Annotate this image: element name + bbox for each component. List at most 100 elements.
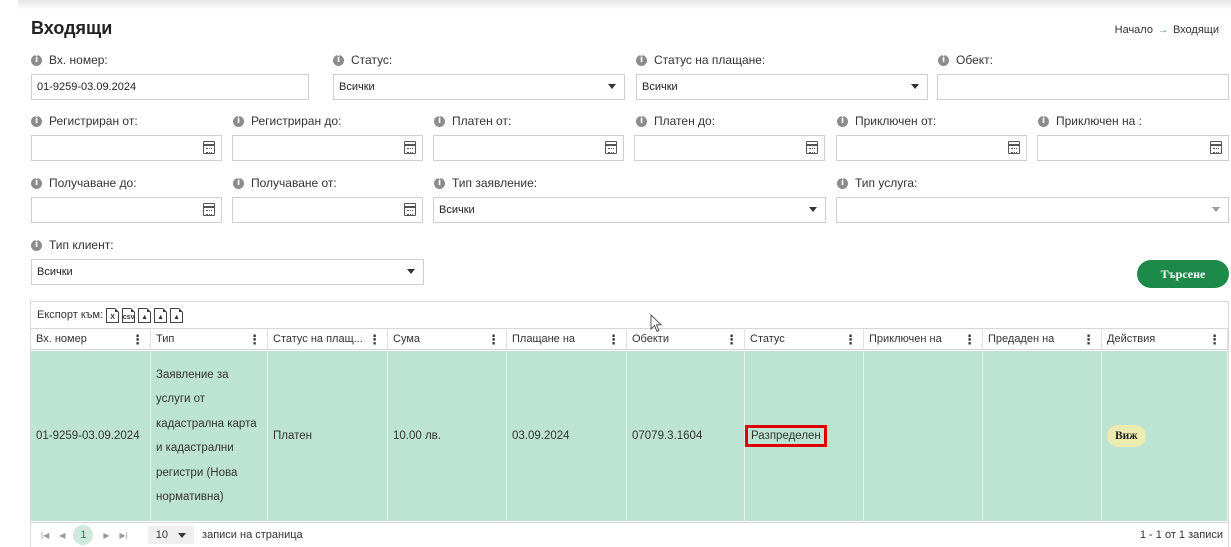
registered-to-datepicker[interactable] xyxy=(232,135,423,161)
calendar-icon[interactable] xyxy=(806,141,818,154)
next-page-icon[interactable]: ▶ xyxy=(103,531,109,540)
excel-icon[interactable]: X xyxy=(106,307,120,323)
calendar-icon[interactable] xyxy=(1008,141,1020,154)
page-number[interactable]: 1 xyxy=(73,525,94,545)
page-size-select[interactable]: 10 xyxy=(147,526,195,544)
chevron-down-icon xyxy=(407,269,415,274)
received-to-label: i Получаване до: xyxy=(31,176,137,190)
chevron-down-icon xyxy=(809,207,817,212)
column-header[interactable]: Вх. номер ⋮ xyxy=(31,329,151,349)
info-icon: i xyxy=(434,115,445,127)
first-page-icon[interactable]: |◀ xyxy=(41,531,49,540)
received-from-datepicker[interactable] xyxy=(232,197,423,223)
page-size-label: записи на страница xyxy=(202,529,303,541)
cell-paid-on: 03.09.2024 xyxy=(507,351,627,521)
cell-number: 01-9259-03.09.2024 xyxy=(31,351,151,521)
column-header[interactable]: Плащане на ⋮ xyxy=(507,329,627,349)
closed-on-datepicker[interactable] xyxy=(1037,135,1229,161)
payment-status-select[interactable]: Всички xyxy=(636,74,928,100)
pdf-icon[interactable]: ▲ xyxy=(154,307,168,323)
prev-page-icon[interactable]: ◀ xyxy=(59,531,65,540)
client-type-label: i Тип клиент: xyxy=(31,238,114,252)
column-menu-icon[interactable]: ⋮ xyxy=(607,332,620,348)
client-type-select[interactable]: Всички xyxy=(31,259,424,285)
mouse-cursor-icon xyxy=(650,314,663,333)
column-menu-icon[interactable]: ⋮ xyxy=(368,332,381,348)
column-menu-icon[interactable]: ⋮ xyxy=(487,332,500,348)
cell-payment-status: Платен xyxy=(268,351,388,521)
closed-from-label: i Приключен от: xyxy=(837,114,936,128)
cell-type: Заявление за услуги от кадастрална карта… xyxy=(151,351,268,521)
application-type-label: i Тип заявление: xyxy=(434,176,537,190)
column-header[interactable]: Статус ⋮ xyxy=(745,329,864,349)
object-input[interactable] xyxy=(937,74,1229,100)
paid-to-datepicker[interactable] xyxy=(634,135,825,161)
column-menu-icon[interactable]: ⋮ xyxy=(131,332,144,348)
received-to-datepicker[interactable] xyxy=(31,197,222,223)
search-button[interactable]: Търсене xyxy=(1137,260,1229,288)
column-menu-icon[interactable]: ⋮ xyxy=(725,332,738,348)
column-menu-icon[interactable]: ⋮ xyxy=(963,332,976,348)
status-select[interactable]: Всички xyxy=(333,74,625,100)
pdf-icon[interactable]: ▲ xyxy=(138,307,152,323)
pager-info: 1 - 1 от 1 записи xyxy=(1139,529,1223,541)
column-header[interactable]: Обекти ⋮ xyxy=(627,329,745,349)
cell-handed-on xyxy=(983,351,1102,521)
incoming-number-input[interactable]: 01-9259-03.09.2024 xyxy=(31,74,309,100)
info-icon: i xyxy=(233,115,244,127)
info-icon: i xyxy=(636,54,647,66)
cell-closed-on xyxy=(864,351,983,521)
page-size: 10 записи на страница xyxy=(147,526,303,544)
chevron-down-icon xyxy=(1212,207,1220,212)
column-menu-icon[interactable]: ⋮ xyxy=(248,332,261,348)
breadcrumb-arrow-icon: → xyxy=(1157,24,1168,36)
view-button[interactable]: Виж xyxy=(1107,425,1146,447)
csv-icon[interactable]: csv xyxy=(122,307,136,323)
pdf-icon[interactable]: ▲ xyxy=(170,307,184,323)
info-icon: i xyxy=(31,239,42,251)
info-icon: i xyxy=(31,177,42,189)
closed-on-label: i Приключен на : xyxy=(1038,114,1142,128)
calendar-icon[interactable] xyxy=(404,141,416,154)
info-icon: i xyxy=(1038,115,1049,127)
calendar-icon[interactable] xyxy=(203,141,215,154)
column-header[interactable]: Статус на плащ... ⋮ xyxy=(268,329,388,349)
info-icon: i xyxy=(938,54,949,66)
column-menu-icon[interactable]: ⋮ xyxy=(844,332,857,348)
column-header[interactable]: Тип ⋮ xyxy=(151,329,268,349)
service-type-label: i Тип услуга: xyxy=(837,176,917,190)
chevron-down-icon xyxy=(178,532,187,538)
paid-from-datepicker[interactable] xyxy=(433,135,624,161)
calendar-icon[interactable] xyxy=(203,203,215,216)
column-header[interactable]: Действия ⋮ xyxy=(1102,329,1228,349)
info-icon: i xyxy=(636,115,647,127)
breadcrumb-home[interactable]: Начало xyxy=(1115,24,1153,36)
export-label: Експорт към: xyxy=(37,309,104,321)
table-row[interactable]: 01-9259-03.09.2024 Заявление за услуги о… xyxy=(31,351,1228,521)
application-type-select[interactable]: Всички xyxy=(433,197,826,223)
payment-status-label: i Статус на плащане: xyxy=(636,53,765,67)
paid-from-label: i Платен от: xyxy=(434,114,511,128)
cell-status: Разпределен xyxy=(745,351,864,521)
column-menu-icon[interactable]: ⋮ xyxy=(1082,332,1095,348)
cell-objects: 07079.3.1604 xyxy=(627,351,745,521)
calendar-icon[interactable] xyxy=(1210,141,1222,154)
closed-from-datepicker[interactable] xyxy=(836,135,1027,161)
page-title: Входящи xyxy=(31,18,113,38)
calendar-icon[interactable] xyxy=(605,141,617,154)
column-header[interactable]: Приключен на ⋮ xyxy=(864,329,983,349)
column-header[interactable]: Сума ⋮ xyxy=(388,329,507,349)
service-type-select[interactable] xyxy=(836,197,1229,223)
registered-to-label: i Регистриран до: xyxy=(233,114,341,128)
last-page-icon[interactable]: ▶| xyxy=(120,531,128,540)
status-value: Разпределен xyxy=(745,425,827,447)
chevron-down-icon xyxy=(911,84,919,89)
column-menu-icon[interactable]: ⋮ xyxy=(1208,332,1221,348)
registered-from-datepicker[interactable] xyxy=(31,135,222,161)
info-icon: i xyxy=(31,54,42,66)
received-from-label: i Получаване от: xyxy=(233,176,337,190)
column-header[interactable]: Предаден на ⋮ xyxy=(983,329,1102,349)
calendar-icon[interactable] xyxy=(404,203,416,216)
cell-actions: Виж xyxy=(1102,351,1228,521)
info-icon: i xyxy=(333,54,344,66)
